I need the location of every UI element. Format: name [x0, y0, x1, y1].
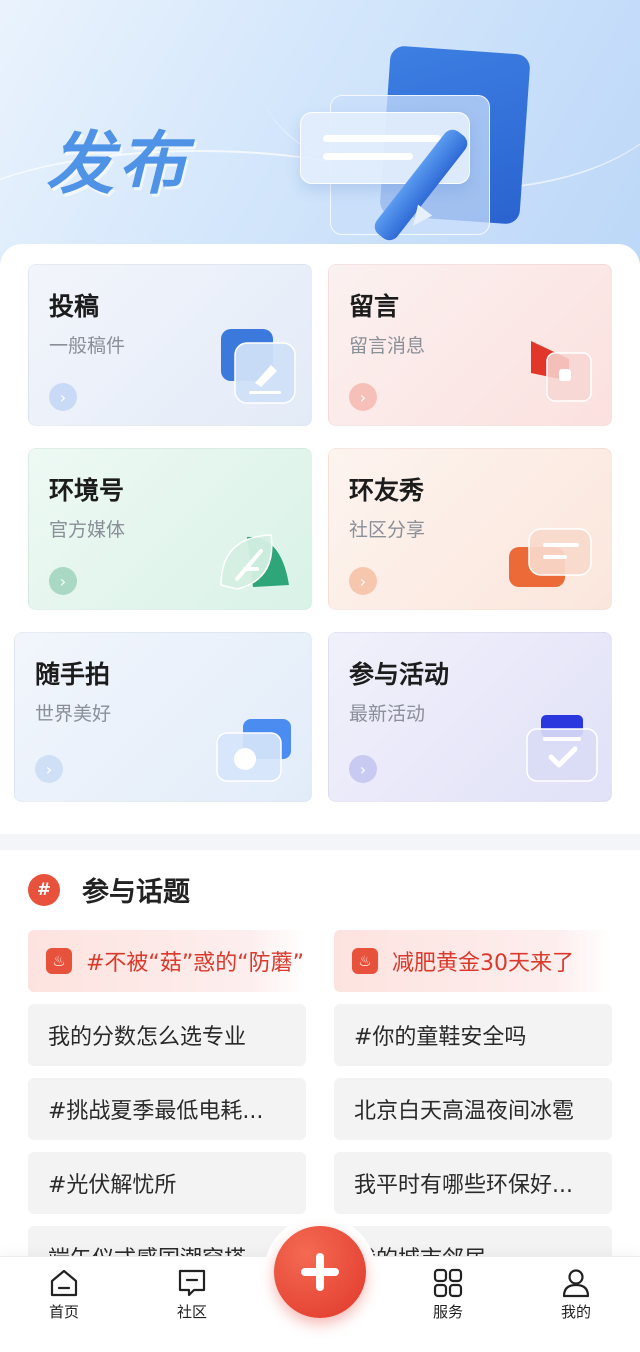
topic-label: 北京白天高温夜间冰雹 — [354, 1099, 575, 1124]
tile-title: 留言 — [349, 292, 400, 321]
tab-label: 服务 — [432, 1303, 463, 1321]
tile-subtitle: 一般稿件 — [49, 335, 126, 357]
chevron-right-icon: › — [35, 755, 63, 783]
tile-message[interactable]: 留言 留言消息 › — [328, 264, 612, 426]
topic-label: 减肥黄金30天来了 — [392, 951, 574, 976]
tile-title: 随手拍 — [35, 660, 111, 689]
topic-label: #挑战夏季最低电耗... — [48, 1099, 264, 1124]
fire-icon: ♨ — [352, 948, 378, 974]
topic-chip[interactable]: 我平时有哪些环保好... — [334, 1152, 612, 1214]
tile-subtitle: 留言消息 — [349, 335, 426, 357]
topics-header: # 参与话题 — [28, 870, 190, 909]
clipboard-check-icon — [523, 711, 601, 789]
tile-activity[interactable]: 参与活动 最新活动 › — [328, 632, 612, 802]
topic-chip[interactable]: #你的童鞋安全吗 — [334, 1004, 612, 1066]
hero-banner: 发布 — [0, 0, 640, 270]
topic-chip[interactable]: #光伏解忧所 — [28, 1152, 306, 1214]
page-title: 发布 — [46, 125, 191, 204]
fire-icon: ♨ — [46, 948, 72, 974]
topic-label: #你的童鞋安全吗 — [354, 1025, 527, 1050]
topics-section: # 参与话题 ♨ #不被“菇”惑的“防蘑” ♨ 减肥黄金30天来了 我的分数怎么… — [0, 850, 640, 1288]
tile-subtitle: 世界美好 — [35, 703, 112, 725]
topic-chip[interactable]: #挑战夏季最低电耗... — [28, 1078, 306, 1140]
topic-label: 我平时有哪些环保好... — [354, 1173, 573, 1198]
tab-services[interactable]: 服务 — [408, 1267, 488, 1322]
tab-mine[interactable]: 我的 — [536, 1267, 616, 1322]
chat-bubble-icon — [505, 525, 595, 599]
tile-title: 参与活动 — [349, 660, 450, 689]
hashtag-icon: # — [28, 873, 60, 906]
user-icon — [562, 1269, 590, 1298]
grid-icon — [433, 1268, 463, 1298]
tab-label: 社区 — [176, 1303, 207, 1321]
tile-subtitle: 社区分享 — [349, 519, 426, 541]
topic-chip[interactable]: 北京白天高温夜间冰雹 — [334, 1078, 612, 1140]
topics-title: 参与话题 — [82, 877, 190, 908]
megaphone-icon — [525, 331, 599, 411]
tile-title: 环境号 — [49, 476, 125, 505]
publish-fab-button[interactable] — [274, 1226, 366, 1318]
tile-env-account[interactable]: 环境号 官方媒体 › — [28, 448, 312, 610]
chevron-right-icon: › — [49, 383, 77, 411]
tile-snapshot[interactable]: 随手拍 世界美好 › — [14, 632, 312, 802]
leaf-icon — [217, 529, 295, 599]
tile-title: 投稿 — [49, 292, 100, 321]
camera-icon — [213, 715, 295, 789]
chevron-right-icon: › — [49, 567, 77, 595]
publish-illustration — [290, 40, 560, 250]
topic-chip[interactable]: 我的分数怎么选专业 — [28, 1004, 306, 1066]
tab-home[interactable]: 首页 — [24, 1267, 104, 1322]
tile-subtitle: 官方媒体 — [49, 519, 126, 541]
topic-label: 我的分数怎么选专业 — [48, 1025, 247, 1050]
tile-title: 环友秀 — [349, 476, 425, 505]
tile-submission[interactable]: 投稿 一般稿件 › — [28, 264, 312, 426]
tile-subtitle: 最新活动 — [349, 703, 426, 725]
topic-label: #光伏解忧所 — [48, 1173, 177, 1198]
tile-friend-show[interactable]: 环友秀 社区分享 › — [328, 448, 612, 610]
edit-document-icon — [219, 327, 299, 413]
publish-panel: 投稿 一般稿件 › 留言 留言消息 › 环境号 官方媒体 › 环友秀 社区分享 … — [0, 244, 640, 834]
tab-label: 首页 — [48, 1303, 79, 1321]
message-icon — [178, 1269, 206, 1297]
plus-icon — [301, 1253, 339, 1291]
topic-chip[interactable]: ♨ #不被“菇”惑的“防蘑” — [28, 930, 306, 992]
chevron-right-icon: › — [349, 567, 377, 595]
home-icon — [50, 1269, 78, 1297]
chevron-right-icon: › — [349, 383, 377, 411]
tab-label: 我的 — [560, 1303, 591, 1321]
topic-chip[interactable]: ♨ 减肥黄金30天来了 — [334, 930, 612, 992]
topic-label: #不被“菇”惑的“防蘑” — [86, 951, 305, 976]
chevron-right-icon: › — [349, 755, 377, 783]
tab-community[interactable]: 社区 — [152, 1267, 232, 1322]
